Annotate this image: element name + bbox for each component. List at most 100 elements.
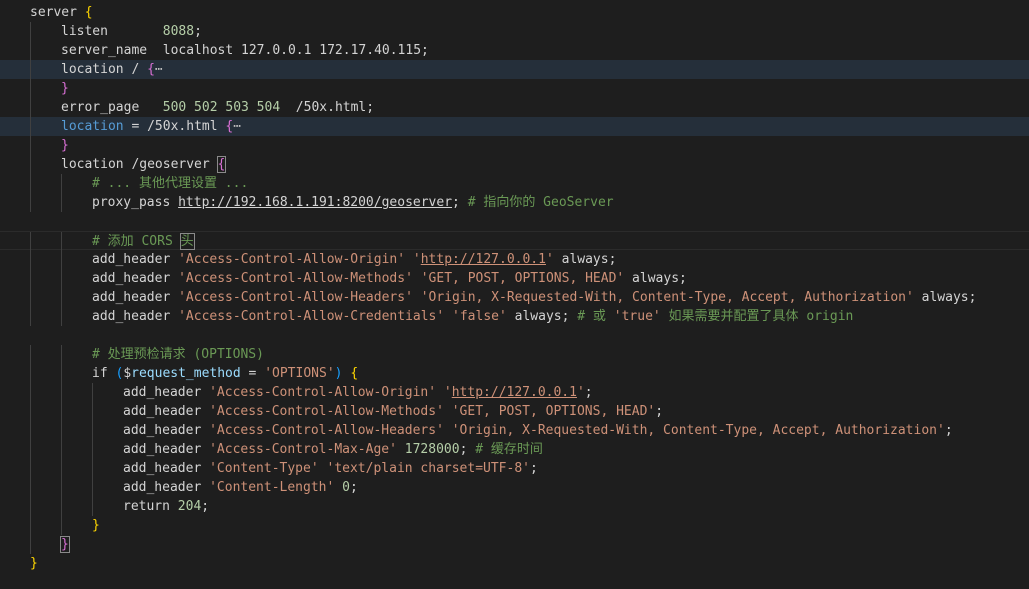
code-line-content: add_header 'Access-Control-Allow-Headers… — [123, 421, 953, 440]
code-line-content: add_header 'Access-Control-Allow-Origin'… — [123, 383, 593, 402]
code-token: 'Access-Control-Allow-Headers' — [209, 423, 444, 438]
code-line[interactable]: listen 8088; — [0, 22, 1029, 41]
indent-guide — [30, 60, 31, 79]
code-line[interactable]: } — [0, 535, 1029, 554]
code-line[interactable]: server { — [0, 3, 1029, 22]
indent-guide — [30, 22, 31, 41]
code-token: add_header — [92, 309, 179, 324]
indent-guide — [30, 288, 31, 307]
code-line[interactable]: add_header 'Access-Control-Allow-Headers… — [0, 288, 1029, 307]
code-line-content: add_header 'Access-Control-Allow-Headers… — [92, 288, 976, 307]
code-line[interactable]: location / {⋯ — [0, 60, 1029, 79]
fold-ellipsis-icon[interactable]: ⋯ — [155, 62, 163, 77]
code-token: 0 — [342, 480, 350, 495]
code-token: location — [61, 119, 124, 134]
code-line[interactable]: if ($request_method = 'OPTIONS') { — [0, 364, 1029, 383]
code-line-content: } — [92, 516, 100, 535]
url-link[interactable]: http://127.0.0.1 — [421, 252, 546, 267]
indent-guide — [61, 440, 62, 459]
code-token: ; — [194, 24, 202, 39]
code-line[interactable]: location = /50x.html {⋯ — [0, 117, 1029, 136]
code-token: # 缓存时间 — [475, 442, 543, 457]
code-token: add_header — [123, 423, 210, 438]
code-line[interactable]: location /geoserver { — [0, 155, 1029, 174]
indent-guide — [30, 155, 31, 174]
code-line[interactable]: add_header 'Content-Length' 0; — [0, 478, 1029, 497]
indent-guide — [61, 478, 62, 497]
code-token: 1728000 — [404, 442, 460, 457]
code-line-content: listen 8088; — [61, 22, 202, 41]
indent-guide — [30, 232, 31, 251]
code-line-content: add_header 'Content-Length' 0; — [123, 478, 358, 497]
code-line[interactable] — [0, 326, 1029, 345]
code-line[interactable]: } — [0, 516, 1029, 535]
code-line-content: add_header 'Access-Control-Allow-Credent… — [92, 307, 853, 326]
code-token: add_header — [123, 461, 210, 476]
code-line[interactable]: # ... 其他代理设置 ... — [0, 174, 1029, 193]
code-token: 8088 — [162, 24, 195, 39]
fold-ellipsis-icon[interactable]: ⋯ — [233, 119, 241, 134]
code-line[interactable]: add_header 'Access-Control-Allow-Headers… — [0, 421, 1029, 440]
code-token: 'Access-Control-Allow-Origin' — [178, 252, 406, 267]
code-line-content: add_header 'Content-Type' 'text/plain ch… — [123, 459, 538, 478]
code-line[interactable]: return 204; — [0, 497, 1029, 516]
code-line[interactable]: proxy_pass http://192.168.1.191:8200/geo… — [0, 193, 1029, 212]
indent-guide — [30, 535, 31, 554]
indent-guide — [61, 174, 62, 193]
url-link[interactable]: http://127.0.0.1 — [452, 385, 577, 400]
code-line-content: proxy_pass http://192.168.1.191:8200/geo… — [92, 193, 614, 212]
indent-guide — [30, 136, 31, 155]
code-token: 'false' — [452, 309, 507, 324]
code-line-content: } — [61, 136, 69, 155]
code-token: error_page — [61, 100, 163, 115]
code-line[interactable]: add_header 'Access-Control-Max-Age' 1728… — [0, 440, 1029, 459]
code-line[interactable]: } — [0, 79, 1029, 98]
code-token: add_header — [92, 290, 179, 305]
code-line-content: return 204; — [123, 497, 209, 516]
code-line[interactable]: # 添加 CORS 头 — [0, 231, 1029, 251]
code-line[interactable]: add_header 'Access-Control-Allow-Credent… — [0, 307, 1029, 326]
indent-guide — [30, 117, 31, 136]
code-line[interactable]: add_header 'Access-Control-Allow-Origin'… — [0, 383, 1029, 402]
code-token: 'Content-Type' — [209, 461, 319, 476]
code-token: 'Origin, X-Requested-With, Content-Type,… — [451, 423, 945, 438]
code-line[interactable]: add_header 'Access-Control-Allow-Methods… — [0, 269, 1029, 288]
code-line-content: server_name localhost 127.0.0.1 172.17.4… — [61, 41, 429, 60]
code-line[interactable]: server_name localhost 127.0.0.1 172.17.4… — [0, 41, 1029, 60]
indent-guide — [30, 41, 31, 60]
code-line-content: } — [61, 79, 69, 98]
code-line[interactable]: add_header 'Access-Control-Allow-Origin'… — [0, 250, 1029, 269]
code-line[interactable] — [0, 212, 1029, 231]
code-line[interactable]: } — [0, 136, 1029, 155]
code-token: 'GET, POST, OPTIONS, HEAD' — [451, 404, 656, 419]
code-line[interactable]: add_header 'Content-Type' 'text/plain ch… — [0, 459, 1029, 478]
code-token: proxy_pass — [92, 195, 179, 210]
code-line[interactable]: add_header 'Access-Control-Allow-Methods… — [0, 402, 1029, 421]
code-line-content: # 处理预检请求 (OPTIONS) — [92, 345, 264, 364]
indent-guide — [61, 250, 62, 269]
code-line-content: # ... 其他代理设置 ... — [92, 174, 248, 193]
code-line[interactable]: } — [0, 554, 1029, 573]
code-line[interactable]: # 处理预检请求 (OPTIONS) — [0, 345, 1029, 364]
indent-guide — [92, 459, 93, 478]
code-token: 'GET, POST, OPTIONS, HEAD' — [420, 271, 625, 286]
indent-guide — [30, 98, 31, 117]
indent-guide — [30, 459, 31, 478]
indent-guide — [61, 269, 62, 288]
code-line[interactable]: error_page 500 502 503 504 /50x.html; — [0, 98, 1029, 117]
code-token: request_method — [131, 366, 241, 381]
indent-guide — [61, 193, 62, 212]
indent-guide — [30, 79, 31, 98]
code-editor[interactable]: server {listen 8088; server_name localhos… — [0, 0, 1029, 589]
code-line-content: location = /50x.html {⋯ — [61, 117, 241, 136]
code-token: 'Access-Control-Allow-Methods' — [178, 271, 413, 286]
url-link[interactable]: http://192.168.1.191:8200/geoserver — [178, 195, 452, 210]
